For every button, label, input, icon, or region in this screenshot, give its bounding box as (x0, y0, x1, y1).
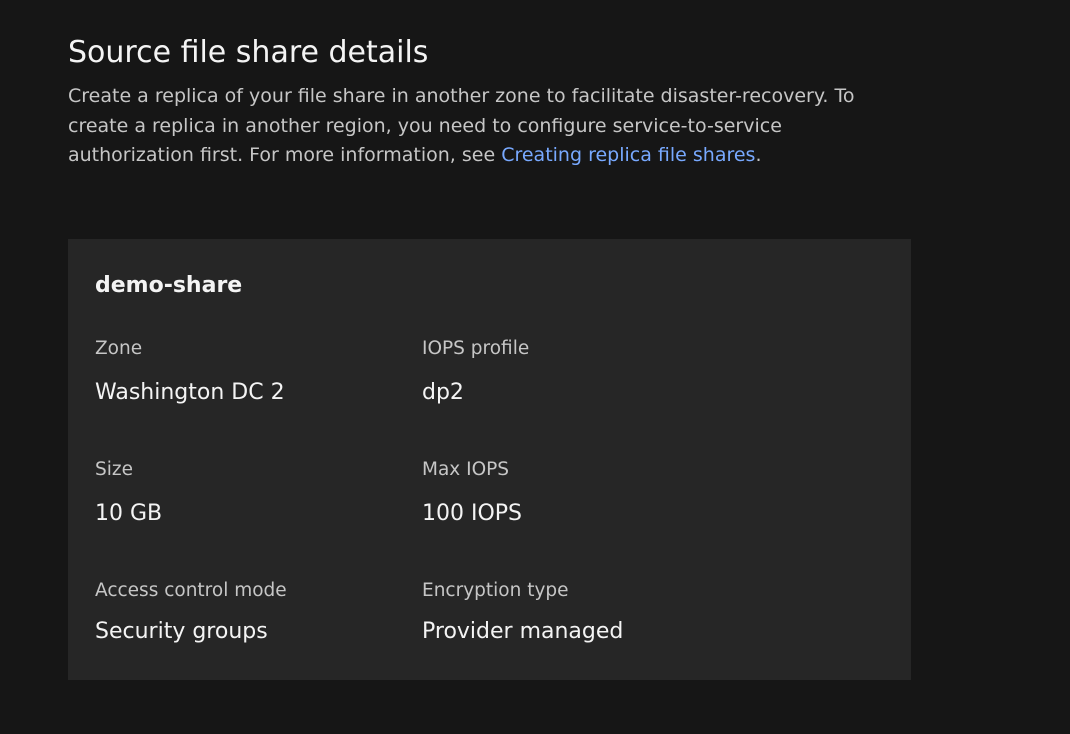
creating-replica-link[interactable]: Creating replica file shares (501, 144, 755, 166)
detail-label: Size (95, 459, 133, 480)
detail-encryption-type: Encryption type Provider managed (422, 578, 623, 647)
detail-zone: Zone Washington DC 2 (95, 336, 285, 408)
section-description: Create a replica of your file share in a… (68, 82, 878, 171)
detail-access-control-mode: Access control mode Security groups (95, 578, 287, 647)
detail-label: Access control mode (95, 580, 287, 601)
detail-value: 10 GB (95, 501, 163, 526)
source-details-section: Source file share details Create a repli… (68, 30, 911, 171)
detail-value: Washington DC 2 (95, 380, 285, 405)
detail-label: Max IOPS (422, 459, 510, 480)
detail-value: 100 IOPS (422, 501, 523, 526)
section-title: Source file share details (68, 35, 429, 70)
detail-value: Security groups (95, 619, 268, 644)
detail-iops-profile: IOPS profile dp2 (422, 336, 529, 408)
detail-size: Size 10 GB (95, 457, 162, 529)
detail-label: IOPS profile (422, 338, 530, 359)
detail-label: Encryption type (422, 580, 569, 601)
file-share-tile: demo-share Zone Washington DC 2 IOPS pro… (68, 239, 911, 680)
detail-value: Provider managed (422, 619, 624, 644)
detail-label: Zone (95, 338, 143, 359)
detail-max-iops: Max IOPS 100 IOPS (422, 457, 522, 529)
description-period: . (755, 144, 762, 166)
detail-value: dp2 (422, 380, 464, 405)
file-share-name: demo-share (95, 273, 243, 298)
